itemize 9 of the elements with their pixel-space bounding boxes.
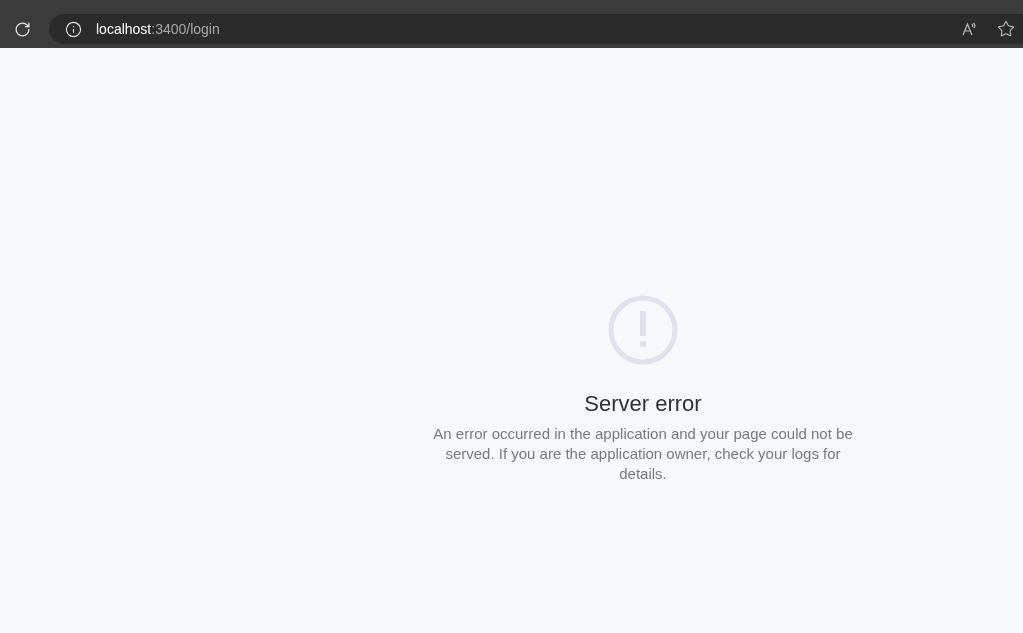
favorite-star-icon[interactable] — [997, 20, 1015, 38]
read-aloud-icon[interactable] — [961, 21, 977, 37]
error-title: Server error — [584, 390, 702, 418]
exclamation-circle-icon — [607, 294, 679, 366]
reload-icon[interactable] — [13, 20, 31, 38]
info-icon[interactable] — [65, 20, 82, 38]
url-text: localhost:3400/login — [96, 19, 220, 39]
error-message: An error occurred in the application and your page could not be served. If you are the application owner, check your logs for details. — [432, 424, 854, 484]
address-bar[interactable]: localhost:3400/login — [49, 14, 1023, 44]
